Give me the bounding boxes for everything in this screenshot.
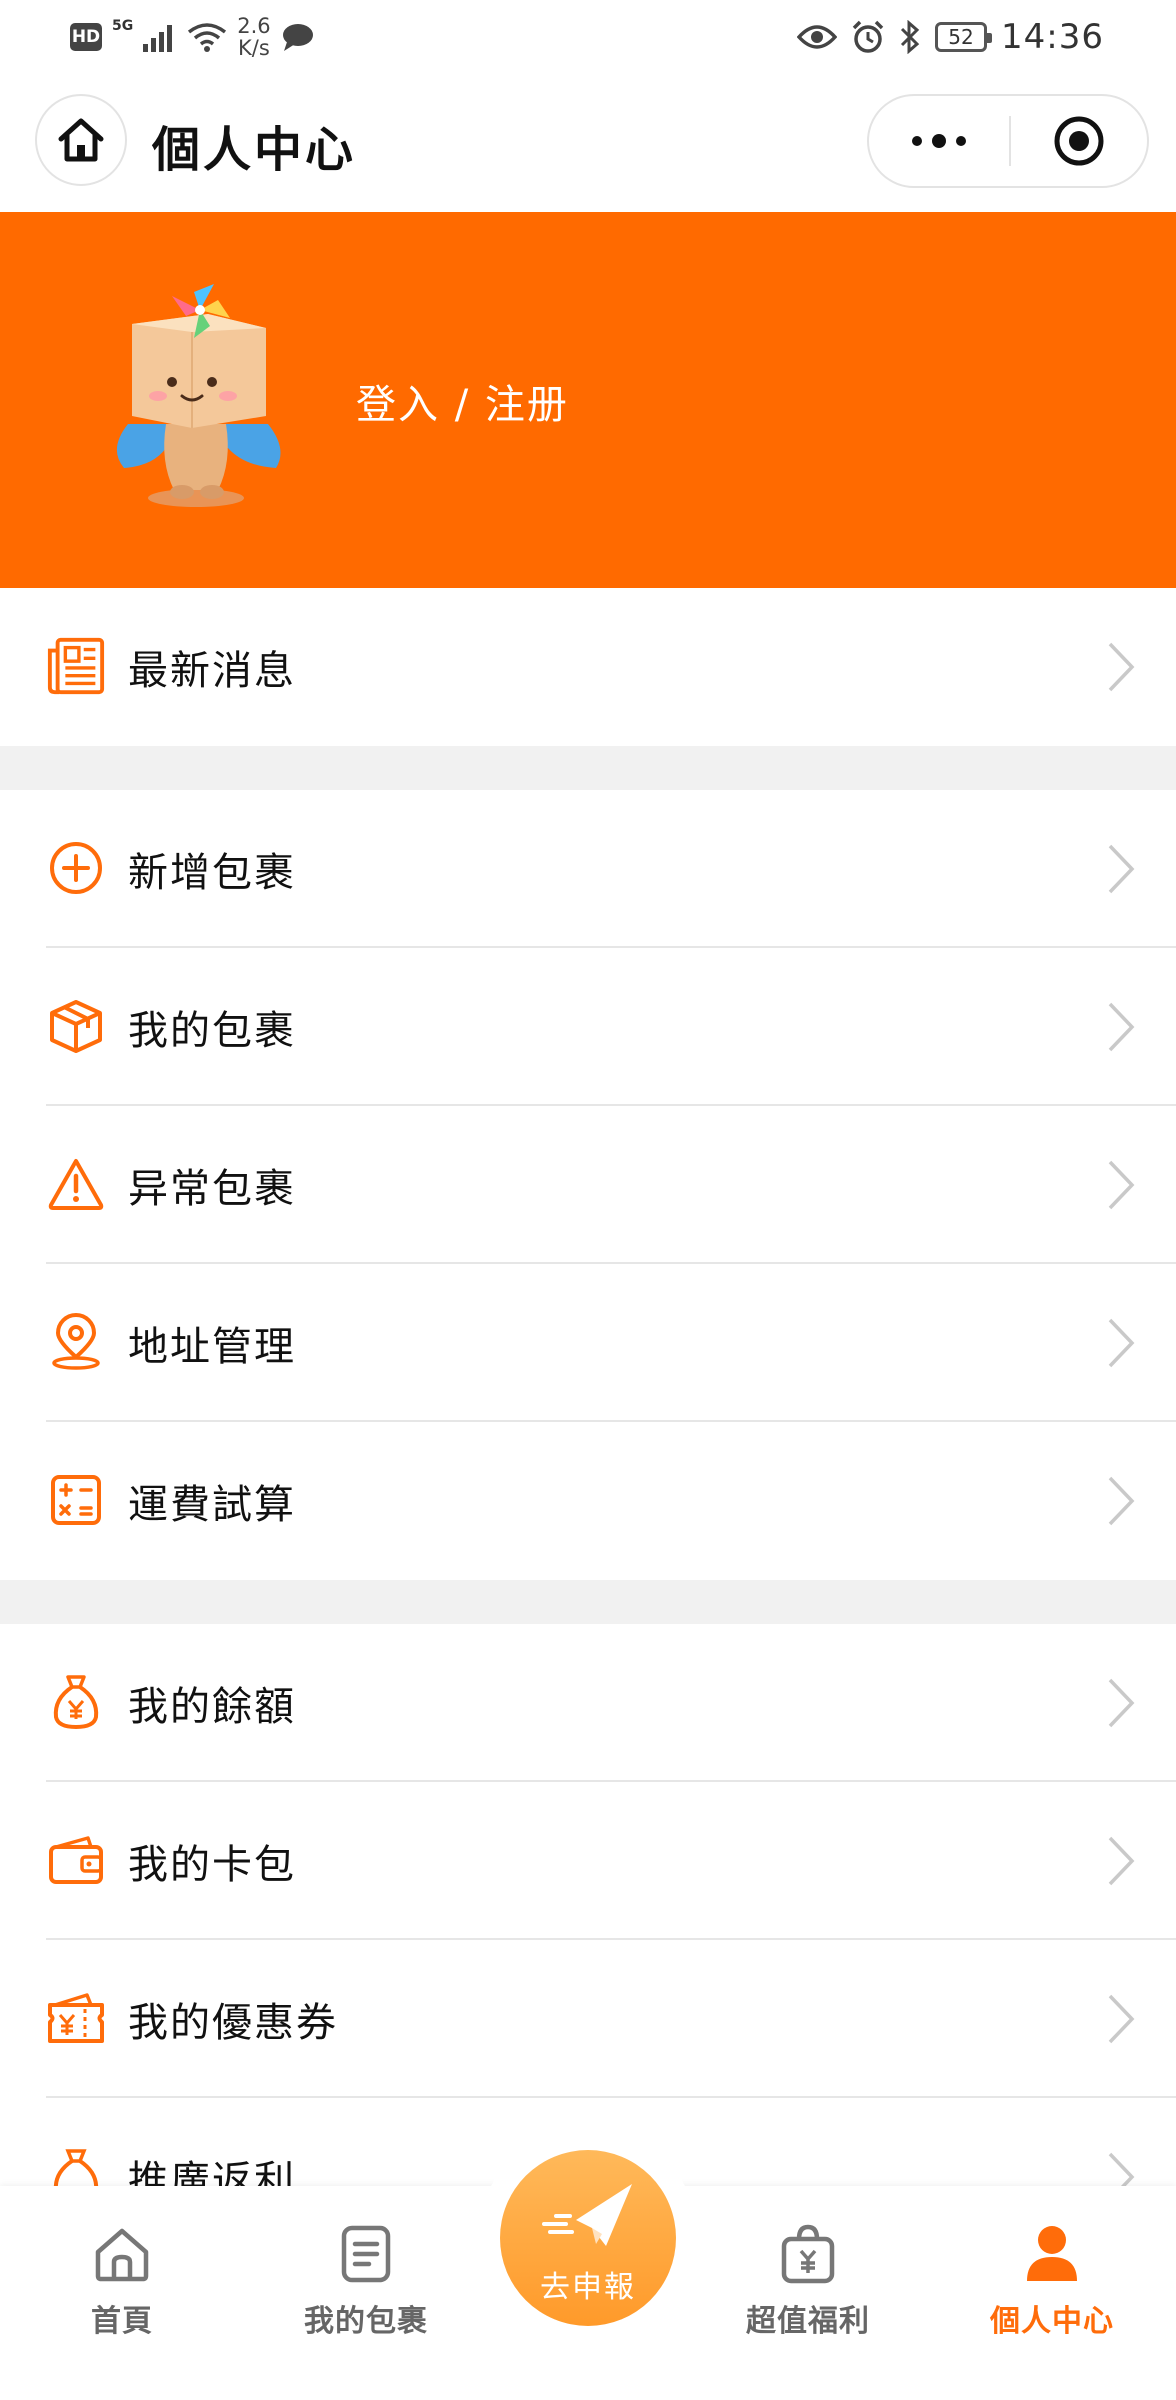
chevron-right-icon bbox=[1108, 642, 1135, 692]
more-button[interactable] bbox=[869, 96, 1009, 186]
menu-item-label: 最新消息 bbox=[128, 648, 296, 694]
battery-icon: 52 bbox=[935, 22, 993, 52]
hd-badge: HD bbox=[70, 23, 102, 51]
section-gap bbox=[0, 746, 1176, 790]
chevron-right-icon bbox=[1108, 2152, 1135, 2186]
menu-item-label: 地址管理 bbox=[128, 1324, 296, 1370]
home-outline-icon bbox=[22, 2216, 222, 2292]
menu-group-news: 最新消息 bbox=[0, 588, 1176, 746]
declare-label: 去申報 bbox=[540, 2270, 636, 2305]
chat-icon bbox=[282, 24, 313, 51]
section-gap bbox=[0, 1580, 1176, 1624]
net-speed: 2.6 K/s bbox=[237, 15, 270, 59]
chevron-right-icon bbox=[1108, 1160, 1135, 1210]
paper-plane-icon bbox=[500, 2176, 676, 2256]
menu-item-news[interactable]: 最新消息 bbox=[0, 588, 1176, 746]
tab-benefits[interactable]: 超值福利 bbox=[708, 2186, 908, 2400]
menu-item-label: 我的優惠券 bbox=[128, 2000, 338, 2046]
status-bar: HD 5G 2.6 K/s 52 14:36 bbox=[0, 0, 1176, 72]
chevron-right-icon bbox=[1108, 1994, 1135, 2044]
net-speed-unit: K/s bbox=[238, 36, 270, 60]
menu-group-wallet: 我的餘額 我的卡包 我的優惠券 推廣返利 bbox=[0, 1624, 1176, 2186]
chevron-right-icon bbox=[1108, 1476, 1135, 1526]
document-icon bbox=[266, 2216, 466, 2292]
clock: 14:36 bbox=[1001, 17, 1104, 57]
menu-item-my-packages[interactable]: 我的包裹 bbox=[0, 948, 1176, 1106]
gift-bag-icon bbox=[708, 2216, 908, 2292]
tab-label: 個人中心 bbox=[990, 2304, 1114, 2339]
calculator-icon bbox=[46, 1470, 106, 1530]
menu-item-label: 我的餘額 bbox=[128, 1684, 296, 1730]
chevron-right-icon bbox=[1108, 1002, 1135, 1052]
menu-item-add-package[interactable]: 新增包裹 bbox=[0, 790, 1176, 948]
money-bag-icon bbox=[46, 1672, 106, 1732]
chevron-right-icon bbox=[1108, 844, 1135, 894]
home-button[interactable] bbox=[35, 94, 127, 186]
coupon-icon bbox=[46, 1988, 106, 2048]
net-speed-value: 2.6 bbox=[237, 14, 271, 38]
tab-label: 首頁 bbox=[91, 2304, 153, 2339]
menu-item-label: 我的包裹 bbox=[128, 1008, 296, 1054]
location-icon bbox=[46, 1312, 106, 1372]
warning-icon bbox=[46, 1154, 106, 1214]
login-register-link[interactable]: 登入 / 注册 bbox=[356, 372, 569, 430]
tab-home[interactable]: 首頁 bbox=[22, 2186, 222, 2400]
menu-item-label: 新增包裹 bbox=[128, 850, 296, 896]
menu-item-freight-calculator[interactable]: 運費試算 bbox=[0, 1422, 1176, 1580]
alarm-icon bbox=[852, 20, 884, 53]
package-icon bbox=[46, 996, 106, 1056]
chevron-right-icon bbox=[1108, 1318, 1135, 1368]
chevron-right-icon bbox=[1108, 1836, 1135, 1886]
menu-group-packages: 新增包裹 我的包裹 异常包裹 地址管理 運費試算 bbox=[0, 790, 1176, 1580]
signal-icon bbox=[143, 25, 173, 52]
menu-item-address-management[interactable]: 地址管理 bbox=[0, 1264, 1176, 1422]
menu-item-label: 我的卡包 bbox=[128, 1842, 296, 1888]
menu-item-coupons[interactable]: 我的優惠券 bbox=[0, 1940, 1176, 2098]
more-dots-icon bbox=[912, 134, 966, 148]
menu-item-balance[interactable]: 我的餘額 bbox=[0, 1624, 1176, 1782]
add-circle-icon bbox=[46, 838, 106, 898]
home-icon bbox=[58, 118, 104, 162]
news-icon bbox=[46, 636, 106, 696]
status-left: HD 5G 2.6 K/s bbox=[70, 12, 315, 62]
menu-item-card-wallet[interactable]: 我的卡包 bbox=[0, 1782, 1176, 1940]
tab-my-packages[interactable]: 我的包裹 bbox=[266, 2186, 466, 2400]
menu-item-label: 推廣返利 bbox=[128, 2158, 296, 2186]
mini-program-capsule bbox=[867, 94, 1149, 188]
menu-item-label: 异常包裹 bbox=[128, 1166, 296, 1212]
declare-button[interactable]: 去申報 bbox=[500, 2150, 676, 2326]
battery-level: 52 bbox=[948, 25, 974, 49]
person-icon bbox=[952, 2216, 1152, 2292]
status-right: 52 14:36 bbox=[797, 12, 1104, 62]
eye-icon bbox=[797, 25, 838, 49]
avatar[interactable] bbox=[108, 284, 294, 510]
network-type-badge: 5G bbox=[112, 18, 134, 34]
menu-item-label: 運費試算 bbox=[128, 1482, 296, 1528]
chevron-right-icon bbox=[1108, 1678, 1135, 1728]
rebate-icon bbox=[46, 2146, 106, 2186]
bluetooth-icon bbox=[900, 20, 920, 54]
tab-profile[interactable]: 個人中心 bbox=[952, 2186, 1152, 2400]
title-bar: 個人中心 bbox=[0, 72, 1176, 212]
wallet-icon bbox=[46, 1830, 106, 1890]
wifi-icon bbox=[188, 23, 227, 52]
target-close-icon bbox=[1054, 116, 1104, 166]
bottom-tab-bar: 首頁 我的包裹 去申報 超值福利 個人中心 bbox=[0, 2128, 1176, 2400]
tab-label: 超值福利 bbox=[746, 2304, 870, 2339]
close-button[interactable] bbox=[1011, 96, 1147, 186]
profile-banner: 登入 / 注册 bbox=[0, 212, 1176, 588]
page-title: 個人中心 bbox=[152, 122, 357, 178]
menu-item-abnormal-packages[interactable]: 异常包裹 bbox=[0, 1106, 1176, 1264]
tab-label: 我的包裹 bbox=[304, 2304, 428, 2339]
